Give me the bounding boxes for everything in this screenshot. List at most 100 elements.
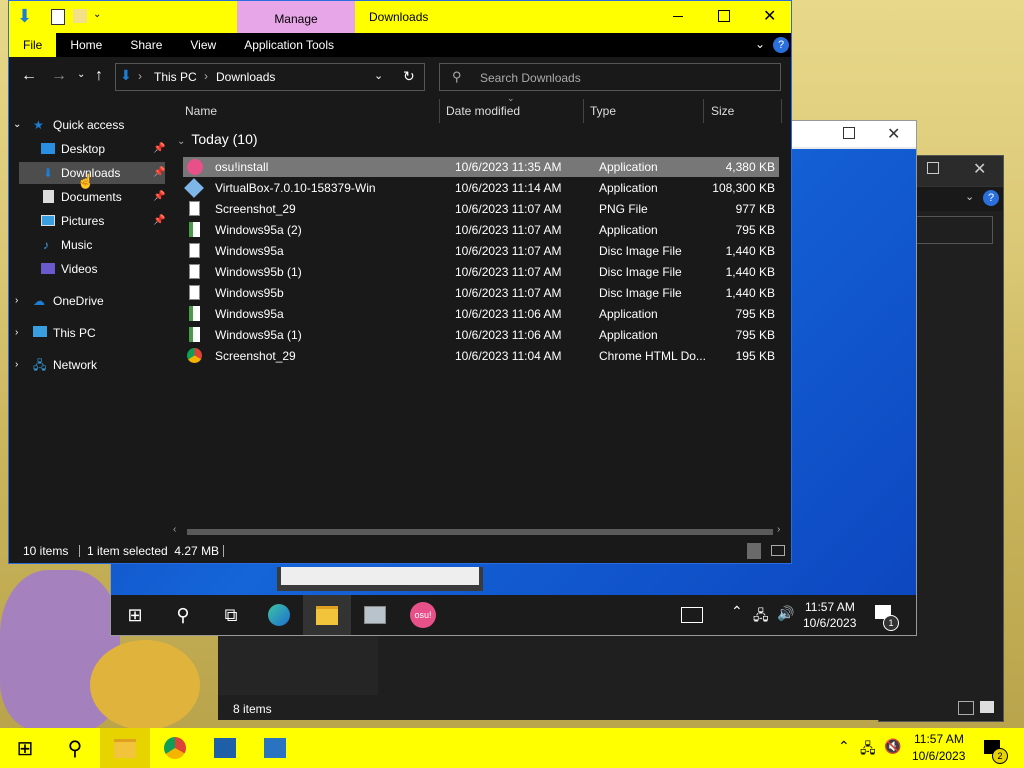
osu-icon[interactable]: osu! <box>399 595 447 635</box>
status-item-count: 10 items <box>23 544 69 558</box>
tab-view[interactable]: View <box>176 33 230 57</box>
back-arrow-icon[interactable]: ← <box>21 67 37 85</box>
table-row[interactable]: Windows95a (1) 10/6/2023 11:06 AM Applic… <box>183 325 779 345</box>
scroll-right-icon[interactable]: › <box>777 524 780 535</box>
group-header-today[interactable]: ⌄ Today (10) <box>177 131 258 147</box>
volume-muted-icon[interactable]: 🔇 <box>884 738 901 755</box>
sidebar-item-network[interactable]: Network <box>53 354 97 376</box>
properties-icon[interactable] <box>51 9 65 25</box>
table-row[interactable]: Screenshot_29 10/6/2023 11:07 AM PNG Fil… <box>183 199 779 219</box>
chevron-collapsed-icon[interactable]: › <box>15 354 18 376</box>
file-explorer-icon[interactable] <box>303 595 351 635</box>
customize-qat-icon[interactable]: ⌄ <box>93 9 101 20</box>
table-row[interactable]: osu!install 10/6/2023 11:35 AM Applicati… <box>183 157 779 177</box>
column-header-size[interactable]: Size <box>711 101 734 121</box>
close-icon[interactable]: ✕ <box>887 124 900 144</box>
chrome-icon[interactable] <box>150 728 200 768</box>
pin-icon[interactable]: 📌 <box>153 210 165 232</box>
address-bar[interactable]: ⬇ › This PC › Downloads ⌄ ↻ <box>115 63 425 91</box>
edge-icon[interactable] <box>255 595 303 635</box>
file-explorer-window[interactable]: ⬇ ⌄ Manage Downloads ✕ File Home Share V… <box>8 0 792 564</box>
sidebar-item-this-pc[interactable]: This PC <box>53 322 96 344</box>
chevron-collapsed-icon[interactable]: › <box>15 290 18 312</box>
scroll-left-icon[interactable]: ‹ <box>173 524 176 535</box>
column-header-date[interactable]: Date modified <box>446 101 520 121</box>
chevron-down-icon[interactable]: ⌄ <box>965 190 974 203</box>
up-arrow-icon[interactable]: ↑ <box>95 67 103 85</box>
breadcrumb-downloads[interactable]: Downloads <box>216 70 275 84</box>
clock-time[interactable]: 11:57 AM <box>914 732 964 746</box>
clock-time[interactable]: 11:57 AM <box>805 600 855 614</box>
pin-icon[interactable]: 📌 <box>153 162 165 184</box>
refresh-icon[interactable]: ↻ <box>403 68 415 85</box>
file-name: Screenshot_29 <box>215 202 296 216</box>
tiles-view-icon[interactable] <box>980 701 994 713</box>
table-row[interactable]: VirtualBox-7.0.10-158379-Win 10/6/2023 1… <box>183 178 779 198</box>
sidebar-item-quick-access[interactable]: Quick access <box>53 114 124 136</box>
chevron-up-icon[interactable]: ⌃ <box>731 603 743 620</box>
sidebar-item-videos[interactable]: Videos <box>19 258 165 280</box>
downloads-icon: ⬇ <box>43 166 54 180</box>
file-list-pane[interactable]: Name Date modified ⌄ Type Size ⌄ Today (1… <box>167 93 791 539</box>
new-folder-icon[interactable] <box>73 9 87 23</box>
network-drive-icon[interactable] <box>351 595 399 635</box>
close-icon[interactable]: ✕ <box>973 159 986 179</box>
pin-icon[interactable]: 📌 <box>153 186 165 208</box>
search-icon[interactable]: ⚲ <box>159 595 207 635</box>
maximize-icon[interactable] <box>843 127 855 139</box>
help-icon[interactable]: ? <box>983 190 999 206</box>
windows-start-icon[interactable]: ⊞ <box>0 728 50 768</box>
network-icon[interactable]: 🖧 <box>753 605 769 629</box>
tab-application-tools[interactable]: Application Tools <box>230 33 348 57</box>
horizontal-scrollbar[interactable]: ‹ › <box>173 524 787 537</box>
virtualbox-vm-icon[interactable] <box>250 728 300 768</box>
chevron-down-icon[interactable]: ⌄ <box>755 37 765 51</box>
sidebar-item-onedrive[interactable]: OneDrive <box>53 290 104 312</box>
sidebar-item-pictures[interactable]: Pictures 📌 <box>19 210 165 232</box>
search-input[interactable]: ⚲ Search Downloads <box>439 63 781 91</box>
table-row[interactable]: Screenshot_29 10/6/2023 11:04 AM Chrome … <box>183 346 779 366</box>
maximize-icon[interactable] <box>718 10 730 22</box>
table-row[interactable]: Windows95b (1) 10/6/2023 11:07 AM Disc I… <box>183 262 779 282</box>
search-icon[interactable]: ⚲ <box>50 728 100 768</box>
file-explorer-icon[interactable] <box>100 728 150 768</box>
table-row[interactable]: Windows95b 10/6/2023 11:07 AM Disc Image… <box>183 283 779 303</box>
table-row[interactable]: Windows95a 10/6/2023 11:07 AM Disc Image… <box>183 241 779 261</box>
help-icon[interactable]: ? <box>773 37 789 53</box>
tab-home[interactable]: Home <box>56 33 116 57</box>
chevron-expanded-icon[interactable]: ⌄ <box>13 114 21 136</box>
table-row[interactable]: Windows95a 10/6/2023 11:06 AM Applicatio… <box>183 304 779 324</box>
title-bar[interactable]: ⬇ ⌄ Manage Downloads ✕ <box>9 1 791 33</box>
network-icon[interactable]: 🖧 <box>860 738 876 762</box>
details-view-icon[interactable] <box>958 701 974 715</box>
news-icon[interactable] <box>681 607 703 623</box>
column-header-type[interactable]: Type <box>590 101 616 121</box>
breadcrumb-this-pc[interactable]: This PC <box>154 70 197 84</box>
column-header-name[interactable]: Name <box>185 101 217 121</box>
chrome-html-icon <box>187 348 202 363</box>
chevron-up-icon[interactable]: ⌃ <box>838 738 850 755</box>
close-icon[interactable]: ✕ <box>763 6 776 26</box>
sidebar-item-music[interactable]: ♪ Music <box>19 234 165 256</box>
pin-icon[interactable]: 📌 <box>153 138 165 160</box>
details-view-icon[interactable] <box>747 543 761 559</box>
clock-date[interactable]: 10/6/2023 <box>803 616 856 630</box>
windows-start-icon[interactable]: ⊞ <box>111 595 159 635</box>
virtualbox-icon[interactable] <box>200 728 250 768</box>
chevron-collapsed-icon[interactable]: › <box>15 322 18 344</box>
table-row[interactable]: Windows95a (2) 10/6/2023 11:07 AM Applic… <box>183 220 779 240</box>
sidebar-item-desktop[interactable]: Desktop 📌 <box>19 138 165 160</box>
volume-icon[interactable]: 🔊 <box>777 605 794 622</box>
tab-file[interactable]: File <box>9 33 57 57</box>
manage-context-tab[interactable]: Manage <box>237 1 355 33</box>
minimize-icon[interactable] <box>673 16 683 17</box>
large-icons-view-icon[interactable] <box>771 545 785 556</box>
recent-chevron-icon[interactable]: ⌄ <box>77 69 85 80</box>
tab-share[interactable]: Share <box>116 33 176 57</box>
clock-date[interactable]: 10/6/2023 <box>912 749 965 763</box>
forward-arrow-icon[interactable]: → <box>51 67 67 85</box>
address-history-icon[interactable]: ⌄ <box>374 69 383 82</box>
maximize-icon[interactable] <box>927 162 939 174</box>
scrollbar-thumb[interactable] <box>187 529 773 535</box>
task-view-icon[interactable]: ⧉ <box>207 595 255 635</box>
